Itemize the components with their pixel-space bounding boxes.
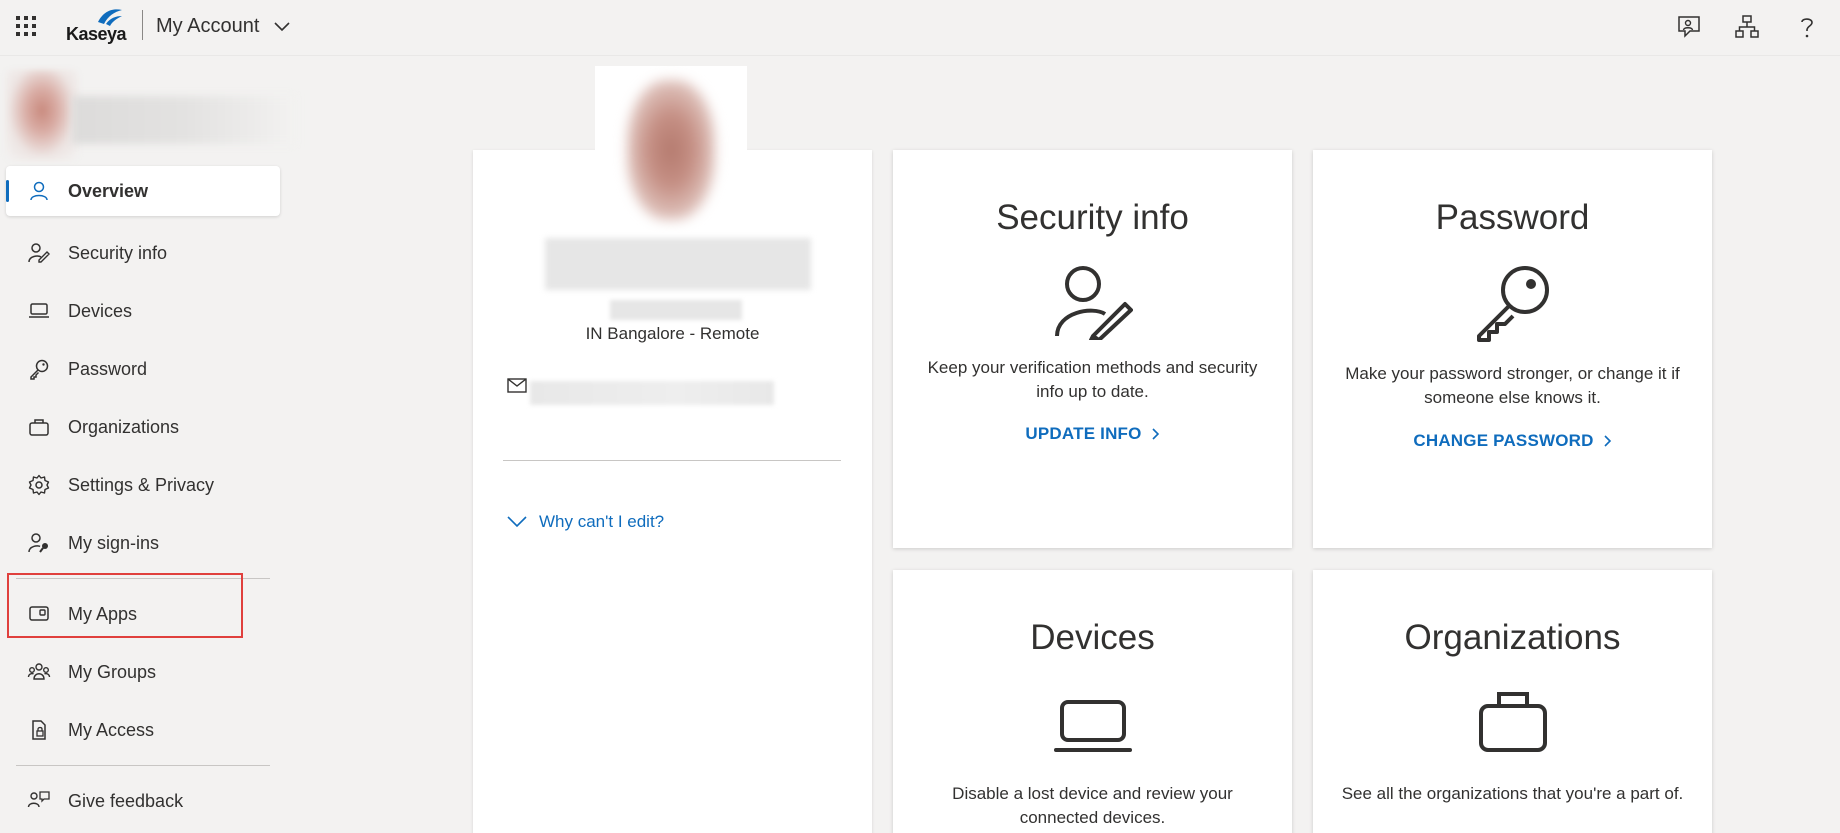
sidebar-item-organizations[interactable]: Organizations — [6, 398, 280, 456]
feedback-person-icon[interactable] — [1676, 14, 1702, 40]
laptop-icon — [1053, 700, 1132, 752]
sidebar-item-my-access[interactable]: My Access — [6, 701, 280, 759]
chevron-right-icon — [1152, 428, 1159, 440]
password-tile[interactable]: Password Make your password stronger, or… — [1313, 150, 1712, 548]
laptop-icon — [26, 298, 52, 324]
sidebar-nav: Overview Security info Devices Password … — [6, 166, 280, 830]
chevron-right-icon — [1604, 435, 1611, 447]
sidebar-item-devices[interactable]: Devices — [6, 282, 280, 340]
sidebar-item-label: My Groups — [68, 661, 157, 682]
profile-location: IN Bangalore - Remote — [585, 324, 760, 343]
sidebar-item-password[interactable]: Password — [6, 340, 280, 398]
sidebar-item-label: My Access — [68, 719, 155, 740]
person-icon — [26, 178, 52, 204]
kaseya-logo[interactable]: Kaseya — [64, 8, 127, 48]
organizations-tile[interactable]: Organizations See all the organizations … — [1313, 570, 1712, 833]
org-chart-icon[interactable] — [1734, 14, 1760, 40]
tile-description: See all the organizations that you're a … — [1341, 784, 1684, 803]
tile-title: Security info — [996, 198, 1189, 237]
why-cant-i-edit-label: Why can't I edit? — [539, 512, 665, 531]
tile-title: Password — [1435, 198, 1590, 237]
top-header: Kaseya My Account — [0, 0, 1840, 56]
briefcase-icon — [26, 414, 52, 440]
email-redacted — [530, 381, 774, 405]
profile-photo-redacted — [627, 80, 715, 220]
profile-title-redacted — [610, 300, 742, 320]
sidebar-item-label: Overview — [68, 180, 149, 201]
tile-title: Organizations — [1404, 618, 1621, 657]
chevron-down-icon — [507, 516, 527, 528]
link-label: CHANGE PASSWORD — [1413, 431, 1594, 450]
tile-description: Make your password stronger, or change i… — [1345, 364, 1680, 407]
header-divider — [142, 10, 143, 40]
app-title[interactable]: My Account — [156, 15, 259, 38]
change-password-link[interactable]: CHANGE PASSWORD — [1313, 431, 1712, 451]
update-info-link[interactable]: UPDATE INFO — [893, 424, 1292, 444]
profile-photo[interactable] — [595, 66, 747, 230]
people-icon — [26, 659, 52, 685]
sidebar-item-overview[interactable]: Overview — [6, 166, 280, 216]
key-icon — [26, 356, 52, 382]
sidebar-divider — [16, 765, 270, 766]
sidebar-item-label: Settings & Privacy — [68, 474, 215, 495]
access-icon — [26, 717, 52, 743]
sidebar-divider — [16, 578, 270, 579]
help-icon[interactable] — [1794, 14, 1820, 40]
sidebar-item-my-apps[interactable]: My Apps — [6, 585, 280, 643]
sidebar-item-my-sign-ins[interactable]: My sign-ins — [6, 514, 280, 572]
devices-tile[interactable]: Devices Disable a lost device and review… — [893, 570, 1292, 833]
app-launcher-icon[interactable] — [14, 14, 38, 38]
apps-icon — [26, 601, 52, 627]
sidebar-item-give-feedback[interactable]: Give feedback — [6, 772, 280, 830]
tile-title: Devices — [1030, 618, 1155, 657]
sidebar-item-my-groups[interactable]: My Groups — [6, 643, 280, 701]
tile-description: Disable a lost device and review your co… — [952, 784, 1233, 827]
key-icon — [1476, 266, 1549, 342]
feedback-icon — [26, 788, 52, 814]
briefcase-icon — [1478, 692, 1547, 752]
person-edit-icon — [1054, 266, 1133, 340]
tile-description: Keep your verification methods and secur… — [927, 358, 1258, 401]
profile-divider — [503, 460, 841, 461]
security-info-tile[interactable]: Security info Keep your verification met… — [893, 150, 1292, 548]
sidebar-item-label: Give feedback — [68, 790, 184, 811]
sidebar-item-label: Organizations — [68, 416, 180, 437]
sidebar-item-label: Security info — [68, 242, 168, 263]
person-key-icon — [26, 530, 52, 556]
chevron-down-icon[interactable] — [274, 22, 290, 32]
sidebar-item-label: Devices — [68, 300, 133, 321]
sidebar-item-security-info[interactable]: Security info — [6, 224, 280, 282]
sidebar-item-settings-privacy[interactable]: Settings & Privacy — [6, 456, 280, 514]
sidebar-item-label: My sign-ins — [68, 532, 160, 553]
user-avatar[interactable] — [6, 70, 78, 160]
gear-icon — [26, 472, 52, 498]
mail-icon — [507, 378, 527, 393]
user-name-redacted — [72, 96, 296, 144]
profile-name-redacted — [545, 238, 811, 290]
sidebar-item-label: My Apps — [68, 603, 138, 624]
why-cant-i-edit-link[interactable]: Why can't I edit? — [507, 512, 664, 532]
link-label: UPDATE INFO — [1025, 424, 1142, 443]
sidebar-item-label: Password — [68, 358, 148, 379]
logo-text: Kaseya — [66, 24, 127, 44]
person-edit-icon — [26, 240, 52, 266]
